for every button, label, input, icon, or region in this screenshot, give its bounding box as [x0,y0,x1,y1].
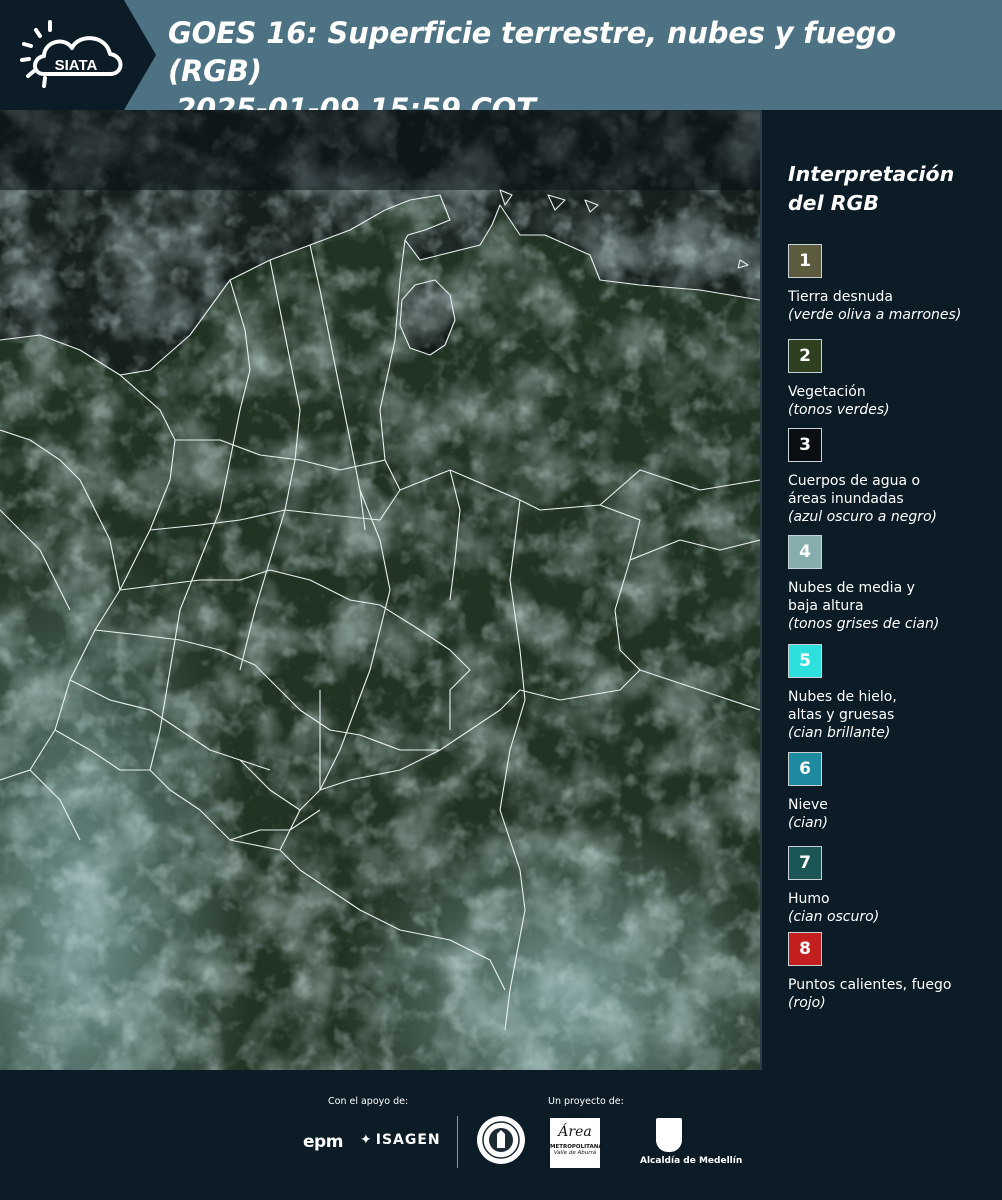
legend-panel: Interpretación del RGB 1 Tierra desnuda (v… [788,160,993,1011]
legend-title-line-2: del RGB [788,191,879,215]
legend-text: Nieve (cian) [788,796,998,832]
legend-description: (cian brillante) [788,725,891,741]
university-seal-logo [477,1116,525,1164]
legend-swatch: 5 [788,644,822,678]
legend-title-line-1: Interpretación [788,162,955,186]
legend-label: Humo [788,891,830,907]
legend-text: Vegetación (tonos verdes) [788,383,998,419]
legend-description: (cian oscuro) [788,909,880,925]
shield-icon [656,1118,682,1152]
siata-logo: SIATA [20,20,123,88]
legend-item-5: 5 Nubes de hielo, altas y gruesas (cian bri… [788,644,998,742]
legend-text: Tierra desnuda (verde oliva a marrones) [788,288,998,324]
area-logo-line-1: Área [558,1124,592,1140]
isagen-text: ISAGEN [375,1132,441,1148]
title-line-1: GOES 16: Superficie terrestre, nubes y f… [168,16,896,88]
legend-description: (cian) [788,815,828,831]
legend-description: (tonos grises de cian) [788,616,940,632]
legend-item-4: 4 Nubes de media y baja altura (tonos grise… [788,535,998,633]
legend-label: altas y gruesas [788,707,895,723]
legend-item-2: 2 Vegetación (tonos verdes) [788,339,998,419]
legend-label: áreas inundadas [788,491,904,507]
legend-label: Nubes de media y [788,580,915,596]
support-label: Con el apoyo de: [328,1096,409,1107]
header-bar: SIATA GOES 16: Superficie terrestre, nub… [0,0,1002,126]
satellite-image [0,110,762,1070]
area-logo-line-3: Valle de Aburrá [553,1150,597,1156]
legend-text: Humo (cian oscuro) [788,890,998,926]
legend-item-7: 7 Humo (cian oscuro) [788,846,998,926]
logo-text: SIATA [55,57,98,74]
footer-divider [457,1116,458,1168]
legend-text: Puntos calientes, fuego (rojo) [788,976,998,1012]
satellite-map [0,110,760,1070]
legend-item-3: 3 Cuerpos de agua o áreas inundadas (azul o… [788,428,998,526]
seal-icon [482,1121,520,1159]
area-metropolitana-logo: Área METROPOLITANA Valle de Aburrá [550,1118,603,1168]
legend-text: Cuerpos de agua o áreas inundadas (azul os… [788,472,998,526]
legend-swatch: 8 [788,932,822,966]
epm-logo: epm [303,1132,343,1152]
legend-swatch: 1 [788,244,822,278]
legend-item-8: 8 Puntos calientes, fuego (rojo) [788,932,998,1012]
legend-label: Puntos calientes, fuego [788,977,952,993]
legend-text: Nubes de media y baja altura (tonos grises… [788,579,998,633]
legend-swatch: 4 [788,535,822,569]
legend-item-6: 6 Nieve (cian) [788,752,998,832]
legend-swatch: 3 [788,428,822,462]
alcaldia-medellin-logo: Alcaldía de Medellín [640,1118,743,1168]
legend-description: (verde oliva a marrones) [788,307,962,323]
legend-description: (azul oscuro a negro) [788,509,937,525]
alcaldia-text: Alcaldía de Medellín [640,1156,743,1166]
legend-description: (rojo) [788,995,826,1011]
legend-swatch: 7 [788,846,822,880]
isagen-logo: ✦ ISAGEN [360,1132,441,1148]
legend-description: (tonos verdes) [788,402,890,418]
legend-swatch: 2 [788,339,822,373]
legend-label: Nieve [788,797,828,813]
logo-panel: SIATA [0,0,156,110]
legend-label: Cuerpos de agua o [788,473,921,489]
legend-item-1: 1 Tierra desnuda (verde oliva a marrones) [788,244,998,324]
isagen-icon: ✦ [360,1132,373,1148]
legend-label: baja altura [788,598,864,614]
legend-title: Interpretación del RGB [788,160,993,218]
project-label: Un proyecto de: [548,1096,624,1107]
legend-label: Nubes de hielo, [788,689,897,705]
legend-label: Vegetación [788,384,866,400]
legend-label: Tierra desnuda [788,289,893,305]
legend-swatch: 6 [788,752,822,786]
footer: Con el apoyo de: Un proyecto de: epm ✦ IS… [0,1070,1002,1200]
legend-text: Nubes de hielo, altas y gruesas (cian bril… [788,688,998,742]
